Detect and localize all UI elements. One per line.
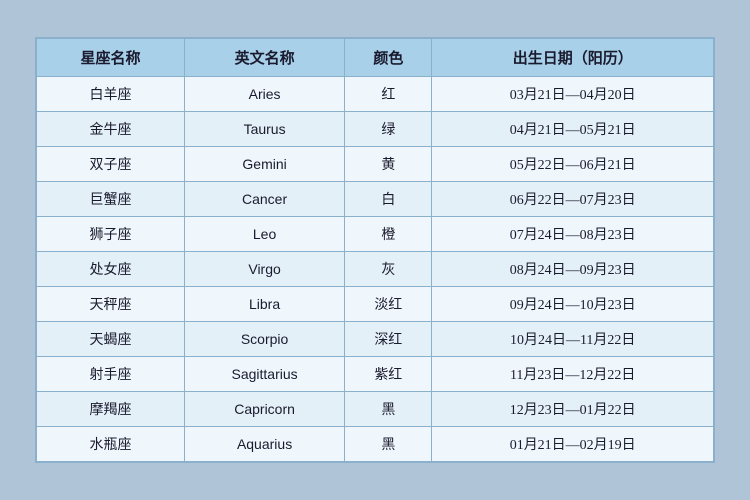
cell-date: 04月21日—05月21日: [432, 112, 714, 147]
cell-color: 淡红: [345, 287, 432, 322]
table-row: 狮子座Leo橙07月24日—08月23日: [37, 217, 714, 252]
cell-color: 灰: [345, 252, 432, 287]
cell-color: 黑: [345, 392, 432, 427]
cell-date: 08月24日—09月23日: [432, 252, 714, 287]
table-row: 双子座Gemini黄05月22日—06月21日: [37, 147, 714, 182]
table-row: 摩羯座Capricorn黑12月23日—01月22日: [37, 392, 714, 427]
cell-color: 深红: [345, 322, 432, 357]
cell-date: 03月21日—04月20日: [432, 77, 714, 112]
table-header-row: 星座名称 英文名称 颜色 出生日期（阳历）: [37, 39, 714, 77]
cell-en-name: Aries: [184, 77, 344, 112]
header-color: 颜色: [345, 39, 432, 77]
table-row: 白羊座Aries红03月21日—04月20日: [37, 77, 714, 112]
cell-en-name: Aquarius: [184, 427, 344, 462]
cell-en-name: Gemini: [184, 147, 344, 182]
table-row: 水瓶座Aquarius黑01月21日—02月19日: [37, 427, 714, 462]
header-en-name: 英文名称: [184, 39, 344, 77]
cell-color: 黑: [345, 427, 432, 462]
cell-zh-name: 处女座: [37, 252, 185, 287]
cell-date: 10月24日—11月22日: [432, 322, 714, 357]
cell-en-name: Sagittarius: [184, 357, 344, 392]
cell-en-name: Leo: [184, 217, 344, 252]
table-row: 巨蟹座Cancer白06月22日—07月23日: [37, 182, 714, 217]
table-row: 金牛座Taurus绿04月21日—05月21日: [37, 112, 714, 147]
table-row: 射手座Sagittarius紫红11月23日—12月22日: [37, 357, 714, 392]
cell-date: 07月24日—08月23日: [432, 217, 714, 252]
cell-color: 红: [345, 77, 432, 112]
cell-zh-name: 摩羯座: [37, 392, 185, 427]
cell-color: 黄: [345, 147, 432, 182]
cell-zh-name: 双子座: [37, 147, 185, 182]
cell-color: 白: [345, 182, 432, 217]
header-date: 出生日期（阳历）: [432, 39, 714, 77]
cell-date: 11月23日—12月22日: [432, 357, 714, 392]
cell-zh-name: 巨蟹座: [37, 182, 185, 217]
cell-en-name: Virgo: [184, 252, 344, 287]
cell-color: 绿: [345, 112, 432, 147]
cell-zh-name: 水瓶座: [37, 427, 185, 462]
cell-zh-name: 狮子座: [37, 217, 185, 252]
zodiac-table: 星座名称 英文名称 颜色 出生日期（阳历） 白羊座Aries红03月21日—04…: [36, 38, 714, 462]
cell-en-name: Scorpio: [184, 322, 344, 357]
cell-zh-name: 天秤座: [37, 287, 185, 322]
cell-date: 01月21日—02月19日: [432, 427, 714, 462]
cell-date: 05月22日—06月21日: [432, 147, 714, 182]
cell-zh-name: 天蝎座: [37, 322, 185, 357]
table-row: 天秤座Libra淡红09月24日—10月23日: [37, 287, 714, 322]
cell-color: 橙: [345, 217, 432, 252]
zodiac-table-container: 星座名称 英文名称 颜色 出生日期（阳历） 白羊座Aries红03月21日—04…: [35, 37, 715, 463]
cell-zh-name: 射手座: [37, 357, 185, 392]
cell-date: 09月24日—10月23日: [432, 287, 714, 322]
table-row: 天蝎座Scorpio深红10月24日—11月22日: [37, 322, 714, 357]
header-zh-name: 星座名称: [37, 39, 185, 77]
cell-color: 紫红: [345, 357, 432, 392]
cell-en-name: Taurus: [184, 112, 344, 147]
cell-en-name: Capricorn: [184, 392, 344, 427]
cell-zh-name: 金牛座: [37, 112, 185, 147]
cell-en-name: Libra: [184, 287, 344, 322]
table-row: 处女座Virgo灰08月24日—09月23日: [37, 252, 714, 287]
cell-date: 06月22日—07月23日: [432, 182, 714, 217]
cell-date: 12月23日—01月22日: [432, 392, 714, 427]
cell-en-name: Cancer: [184, 182, 344, 217]
cell-zh-name: 白羊座: [37, 77, 185, 112]
